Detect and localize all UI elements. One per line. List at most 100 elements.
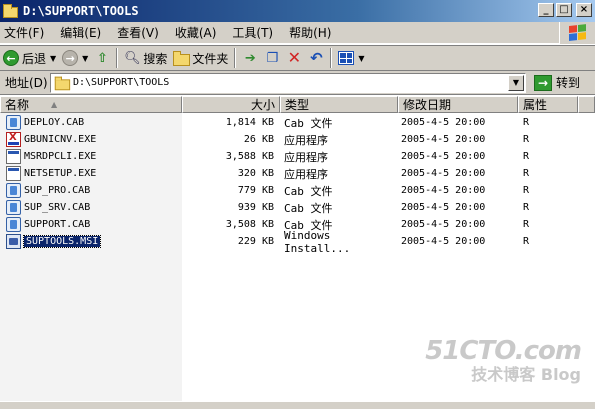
menu-help[interactable]: 帮助(H) bbox=[281, 22, 339, 44]
column-attributes[interactable]: 属性 bbox=[518, 96, 578, 113]
undo-icon: ↶ bbox=[310, 48, 323, 67]
gbunicnv-app-icon bbox=[6, 132, 21, 147]
msi-file-icon bbox=[6, 234, 21, 249]
file-name[interactable]: DEPLOY.CAB bbox=[24, 117, 84, 128]
windows-logo-icon bbox=[559, 22, 595, 44]
file-modified: 2005-4-5 20:00 bbox=[401, 168, 486, 179]
file-row[interactable]: GBUNICNV.EXE 26 KB 应用程序 2005-4-5 20:00 R bbox=[0, 131, 595, 148]
file-name[interactable]: SUPTOOLS.MSI bbox=[22, 235, 102, 248]
file-name[interactable]: SUP_PRO.CAB bbox=[24, 185, 90, 196]
copy-to-icon: ❐ bbox=[266, 50, 279, 66]
back-arrow-icon: ← bbox=[3, 50, 19, 66]
address-label: 地址(D) bbox=[5, 76, 48, 90]
file-row[interactable]: NETSETUP.EXE 320 KB 应用程序 2005-4-5 20:00 … bbox=[0, 165, 595, 182]
move-to-button[interactable]: ➔ bbox=[239, 46, 261, 70]
file-row[interactable]: SUP_SRV.CAB 939 KB Cab 文件 2005-4-5 20:00… bbox=[0, 199, 595, 216]
file-modified: 2005-4-5 20:00 bbox=[401, 219, 486, 230]
file-row-selected[interactable]: SUPTOOLS.MSI 229 KB Windows Install... 2… bbox=[0, 229, 595, 255]
exe-file-icon bbox=[6, 149, 21, 164]
menu-view[interactable]: 查看(V) bbox=[109, 22, 167, 44]
address-value[interactable]: D:\SUPPORT\TOOLS bbox=[73, 77, 169, 88]
menu-file[interactable]: 文件(F) bbox=[0, 22, 52, 44]
menu-favorites[interactable]: 收藏(A) bbox=[167, 22, 225, 44]
close-button[interactable]: × bbox=[576, 3, 592, 17]
copy-to-button[interactable]: ❐ bbox=[261, 46, 283, 70]
file-attributes: R bbox=[523, 134, 530, 145]
views-button[interactable]: ▼ bbox=[335, 46, 367, 70]
cab-file-icon bbox=[6, 217, 21, 232]
status-bar bbox=[0, 401, 595, 409]
column-name[interactable]: 名称 ▲ bbox=[0, 96, 182, 113]
column-size[interactable]: 大小 bbox=[182, 96, 280, 113]
search-button[interactable]: 🔍︎ 搜索 bbox=[121, 46, 170, 70]
column-modified[interactable]: 修改日期 bbox=[398, 96, 518, 113]
file-size: 1,814 KB bbox=[225, 117, 274, 128]
toolbar-separator bbox=[330, 48, 333, 68]
back-dropdown-icon[interactable]: ▼ bbox=[50, 54, 56, 63]
forward-dropdown-icon[interactable]: ▼ bbox=[82, 54, 88, 63]
search-label: 搜索 bbox=[143, 51, 168, 66]
file-size: 26 KB bbox=[243, 134, 274, 145]
back-label: 后退 bbox=[22, 51, 47, 66]
title-bar: D:\SUPPORT\TOOLS _ □ × bbox=[0, 0, 595, 22]
file-name[interactable]: NETSETUP.EXE bbox=[24, 168, 96, 179]
file-attributes: R bbox=[523, 151, 530, 162]
column-type[interactable]: 类型 bbox=[280, 96, 398, 113]
go-label: 转到 bbox=[556, 76, 581, 90]
file-name[interactable]: SUP_SRV.CAB bbox=[24, 202, 90, 213]
forward-button[interactable]: → ▼ bbox=[59, 46, 91, 70]
undo-button[interactable]: ↶ bbox=[305, 46, 327, 70]
file-type: Windows Install... bbox=[284, 228, 351, 255]
file-modified: 2005-4-5 20:00 bbox=[401, 151, 486, 162]
address-folder-icon bbox=[54, 76, 71, 90]
column-type-label: 类型 bbox=[285, 98, 310, 112]
column-size-label: 大小 bbox=[250, 98, 275, 112]
up-folder-icon: ⇧ bbox=[96, 50, 108, 66]
address-dropdown-icon[interactable]: ▼ bbox=[508, 74, 524, 91]
folders-button[interactable]: 文件夹 bbox=[170, 46, 231, 70]
up-folder-button[interactable]: ⇧ bbox=[91, 46, 113, 70]
maximize-button[interactable]: □ bbox=[556, 3, 572, 17]
search-icon: 🔍︎ bbox=[124, 50, 141, 66]
file-name[interactable]: MSRDPCLI.EXE bbox=[24, 151, 96, 162]
delete-button[interactable]: ✕ bbox=[283, 46, 305, 70]
cab-file-icon bbox=[6, 115, 21, 130]
file-name[interactable]: SUPPORT.CAB bbox=[24, 219, 90, 230]
views-icon bbox=[338, 51, 355, 65]
column-header: 名称 ▲ 大小 类型 修改日期 属性 bbox=[0, 96, 595, 113]
cab-file-icon bbox=[6, 183, 21, 198]
column-filler bbox=[578, 96, 595, 113]
go-button[interactable]: → 转到 bbox=[534, 74, 580, 91]
file-modified: 2005-4-5 20:00 bbox=[401, 202, 486, 213]
menu-tools[interactable]: 工具(T) bbox=[224, 22, 281, 44]
folder-icon bbox=[3, 4, 19, 18]
go-arrow-icon: → bbox=[534, 74, 552, 91]
column-name-label: 名称 bbox=[5, 98, 30, 112]
file-size: 939 KB bbox=[237, 202, 274, 213]
file-row[interactable]: MSRDPCLI.EXE 3,588 KB 应用程序 2005-4-5 20:0… bbox=[0, 148, 595, 165]
folders-label: 文件夹 bbox=[192, 51, 229, 66]
back-button[interactable]: ← 后退 ▼ bbox=[0, 46, 59, 70]
address-bar: 地址(D) D:\SUPPORT\TOOLS ▼ → 转到 bbox=[0, 71, 595, 95]
forward-arrow-icon: → bbox=[62, 50, 79, 66]
file-modified: 2005-4-5 20:00 bbox=[401, 236, 486, 247]
window-title: D:\SUPPORT\TOOLS bbox=[23, 4, 139, 18]
folders-icon bbox=[173, 51, 191, 66]
file-modified: 2005-4-5 20:00 bbox=[401, 134, 486, 145]
toolbar: ← 后退 ▼ → ▼ ⇧ 🔍︎ 搜索 文件夹 ➔ ❐ ✕ ↶ ▼ bbox=[0, 45, 595, 71]
exe-file-icon bbox=[6, 166, 21, 181]
minimize-button[interactable]: _ bbox=[538, 3, 554, 17]
views-dropdown-icon[interactable]: ▼ bbox=[358, 54, 364, 63]
file-type: 应用程序 bbox=[284, 133, 328, 147]
address-input[interactable]: D:\SUPPORT\TOOLS ▼ bbox=[50, 72, 526, 93]
file-row[interactable]: SUP_PRO.CAB 779 KB Cab 文件 2005-4-5 20:00… bbox=[0, 182, 595, 199]
file-type: 应用程序 bbox=[284, 167, 328, 181]
menu-edit[interactable]: 编辑(E) bbox=[52, 22, 109, 44]
toolbar-separator bbox=[234, 48, 237, 68]
file-name[interactable]: GBUNICNV.EXE bbox=[24, 134, 96, 145]
toolbar-separator bbox=[116, 48, 119, 68]
file-size: 779 KB bbox=[237, 185, 274, 196]
file-type: 应用程序 bbox=[284, 150, 328, 164]
window-controls: _ □ × bbox=[538, 3, 592, 17]
file-row[interactable]: DEPLOY.CAB 1,814 KB Cab 文件 2005-4-5 20:0… bbox=[0, 114, 595, 131]
